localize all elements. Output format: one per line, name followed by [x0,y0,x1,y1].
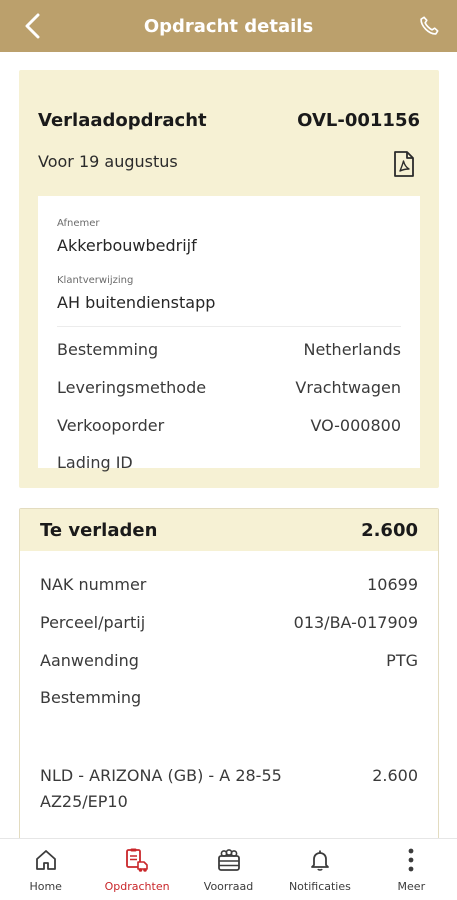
detail-value: Netherlands [303,340,401,359]
home-icon [33,847,59,873]
detail-value: PTG [386,651,418,670]
order-number: OVL-001156 [297,110,420,131]
detail-row-sales-order: Verkooporder VO-000800 [57,416,401,435]
load-card: Te verladen 2.600 NAK nummer 10699 Perce… [19,508,439,838]
nav-label: Home [29,880,62,893]
line-item-quantity: 2.600 [372,766,418,785]
bell-icon [307,847,333,873]
customer-label: Afnemer [57,218,100,229]
nav-label: Opdrachten [104,880,170,893]
load-row-parcel: Perceel/partij 013/BA-017909 [40,613,418,632]
detail-label: Lading ID [57,453,133,472]
detail-value: VO-000800 [310,416,401,435]
app-bar: Opdracht details [0,0,457,52]
load-total: 2.600 [361,519,418,541]
load-card-header: Te verladen 2.600 [20,509,438,551]
order-header: Verlaadopdracht OVL-001156 [38,110,420,131]
load-row-nak-number: NAK nummer 10699 [40,575,418,594]
detail-value: 013/BA-017909 [293,613,418,632]
order-type: Verlaadopdracht [38,110,207,131]
detail-label: Bestemming [57,340,159,359]
reference-value: AH buitendienstapp [57,293,216,312]
phone-icon[interactable] [415,12,443,40]
reference-label: Klantverwijzing [57,275,134,286]
order-details-panel: Afnemer Akkerbouwbedrijf Klantverwijzing… [38,196,420,472]
line-item-desc-line2: AZ25/EP10 [40,792,128,811]
nav-label: Meer [397,880,426,893]
detail-value: 10699 [367,575,418,594]
detail-row-load-id: Lading ID [57,453,401,472]
detail-label: Verkooporder [57,416,165,435]
nav-item-voorraad[interactable]: Voorraad [183,839,274,900]
detail-row-delivery-method: Leveringsmethode Vrachtwagen [57,378,401,397]
storage-crate-icon [216,847,242,873]
line-item-description: NLD - ARIZONA (GB) - A 28-55 AZ25/EP10 [40,763,282,815]
pdf-file-icon[interactable] [391,150,417,178]
order-card: Verlaadopdracht OVL-001156 Voor 19 augus… [19,70,439,488]
nav-item-notificaties[interactable]: Notificaties [274,839,365,900]
detail-label: Bestemming [40,688,142,707]
bottom-navigation: Home Opdrachten Voorraad Notificaties Me… [0,838,457,900]
load-row-destination: Bestemming [40,688,418,707]
content-scroll[interactable]: Verlaadopdracht OVL-001156 Voor 19 augus… [0,52,457,838]
detail-label: NAK nummer [40,575,147,594]
line-item-desc-line1: NLD - ARIZONA (GB) - A 28-55 [40,766,282,785]
nav-item-home[interactable]: Home [0,839,91,900]
detail-label: Perceel/partij [40,613,146,632]
truck-clipboard-icon [124,847,150,873]
load-row-usage: Aanwending PTG [40,651,418,670]
order-due-date: Voor 19 augustus [38,152,178,171]
load-title: Te verladen [40,519,158,541]
page-title: Opdracht details [143,15,314,37]
divider [57,326,401,327]
detail-row-destination: Bestemming Netherlands [57,340,401,359]
arrow-left-icon[interactable] [18,10,46,42]
detail-value: Vrachtwagen [295,378,401,397]
detail-label: Leveringsmethode [57,378,207,397]
nav-item-meer[interactable]: Meer [366,839,457,900]
nav-label: Notificaties [288,880,351,893]
more-vertical-icon [398,847,424,873]
nav-label: Voorraad [203,880,254,893]
load-line-item[interactable]: NLD - ARIZONA (GB) - A 28-55 AZ25/EP10 2… [40,763,418,815]
nav-item-opdrachten[interactable]: Opdrachten [91,839,182,900]
customer-value: Akkerbouwbedrijf [57,236,197,255]
detail-label: Aanwending [40,651,139,670]
